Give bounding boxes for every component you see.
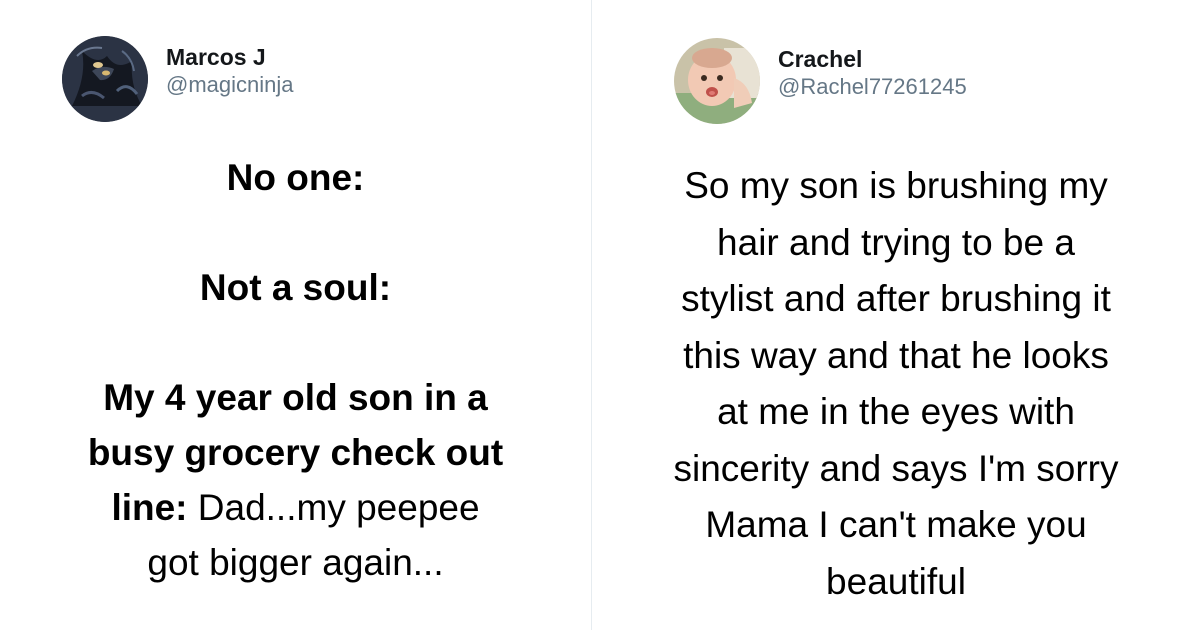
tweet-line: Not a soul: [0,260,591,315]
dark-fantasy-avatar-icon [62,36,148,122]
tweet-line: No one: [0,150,591,205]
tweet-text-right: So my son is brushing my hair and trying… [592,158,1200,610]
avatar-right[interactable] [674,38,760,124]
tweet-line: this way and that he looks [683,334,1109,376]
tweet-line: at me in the eyes with [717,391,1075,432]
tweet-text-bold: No one: [226,157,365,198]
tweet-text-bold: Not a soul: [199,267,392,308]
tweet-line: Mama I can't make you [705,504,1087,545]
tweet-line: My 4 year old son in a [0,370,591,425]
tweet-line: stylist and after brushing it [681,278,1111,319]
tweet-line: busy grocery check out [0,425,591,480]
screenshot-canvas: Marcos J @magicninja No one: Not a soul:… [0,0,1200,630]
tweet-text-bold: line: [111,487,188,528]
avatar-left[interactable] [62,36,148,122]
handle-left[interactable]: @magicninja [166,71,294,99]
tweet-line: So my son is brushing my [684,165,1108,206]
user-names-right: Crachel @Rachel77261245 [778,45,967,101]
display-name-left[interactable]: Marcos J [166,43,294,71]
user-names-left: Marcos J @magicninja [166,43,294,99]
tweet-text-regular: got bigger again... [147,542,444,583]
baby-photo-avatar-icon [674,38,760,124]
display-name-right[interactable]: Crachel [778,45,967,73]
tweet-line: hair and trying to be a [717,221,1075,263]
tweet-text-bold: busy grocery check out [87,432,504,473]
tweet-line: sincerity and says I'm sorry [673,447,1119,489]
tweet-header-right: Crachel @Rachel77261245 [674,38,967,124]
tweet-line: beautiful [826,560,966,602]
tweet-text-bold: My 4 year old son in a [103,377,488,418]
tweet-card-left: Marcos J @magicninja No one: Not a soul:… [0,0,591,630]
tweet-text-regular: Dad...my peepee [187,487,480,528]
tweet-line: line: Dad...my peepee [0,480,591,535]
handle-right[interactable]: @Rachel77261245 [778,73,967,101]
tweet-line: got bigger again... [0,535,591,590]
tweet-header-left: Marcos J @magicninja [62,36,294,122]
tweet-text-left: No one: Not a soul: My 4 year old son in… [0,150,591,590]
tweet-card-right: Crachel @Rachel77261245 So my son is bru… [592,0,1200,630]
